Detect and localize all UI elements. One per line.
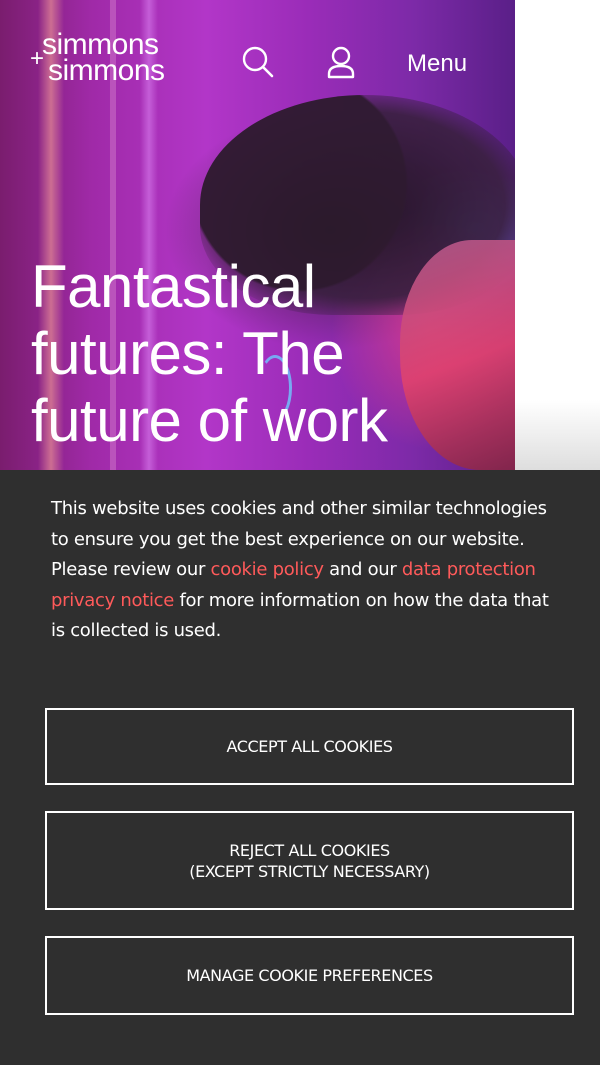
logo-plus: + (30, 45, 44, 72)
cookie-text-2: and our (323, 559, 402, 580)
site-header: + simmons simmons Menu (0, 0, 515, 120)
search-icon (242, 46, 274, 78)
reject-all-cookies-button[interactable]: REJECT ALL COOKIES (EXCEPT STRICTLY NECE… (45, 811, 574, 910)
page-edge-shadow (515, 400, 600, 470)
menu-button[interactable]: Menu (407, 50, 467, 78)
account-button[interactable] (324, 44, 360, 80)
search-button[interactable] (240, 44, 276, 80)
reject-label-line1: REJECT ALL COOKIES (229, 840, 390, 860)
user-icon (327, 46, 355, 79)
cookie-message: This website uses cookies and other simi… (51, 494, 556, 647)
manage-label: MANAGE COOKIE PREFERENCES (186, 966, 433, 985)
accept-label: ACCEPT ALL COOKIES (226, 737, 393, 756)
logo-line-2: simmons (48, 54, 165, 87)
hero-title: Fantastical futures: The future of work (31, 253, 388, 454)
cookie-banner: This website uses cookies and other simi… (0, 470, 600, 1065)
manage-cookie-preferences-button[interactable]: MANAGE COOKIE PREFERENCES (45, 936, 574, 1015)
reject-label-line2: (EXCEPT STRICTLY NECESSARY) (189, 861, 430, 881)
accept-all-cookies-button[interactable]: ACCEPT ALL COOKIES (45, 708, 574, 785)
cookie-policy-link[interactable]: cookie policy (211, 559, 325, 580)
simmons-logo[interactable]: + simmons simmons (30, 30, 165, 87)
